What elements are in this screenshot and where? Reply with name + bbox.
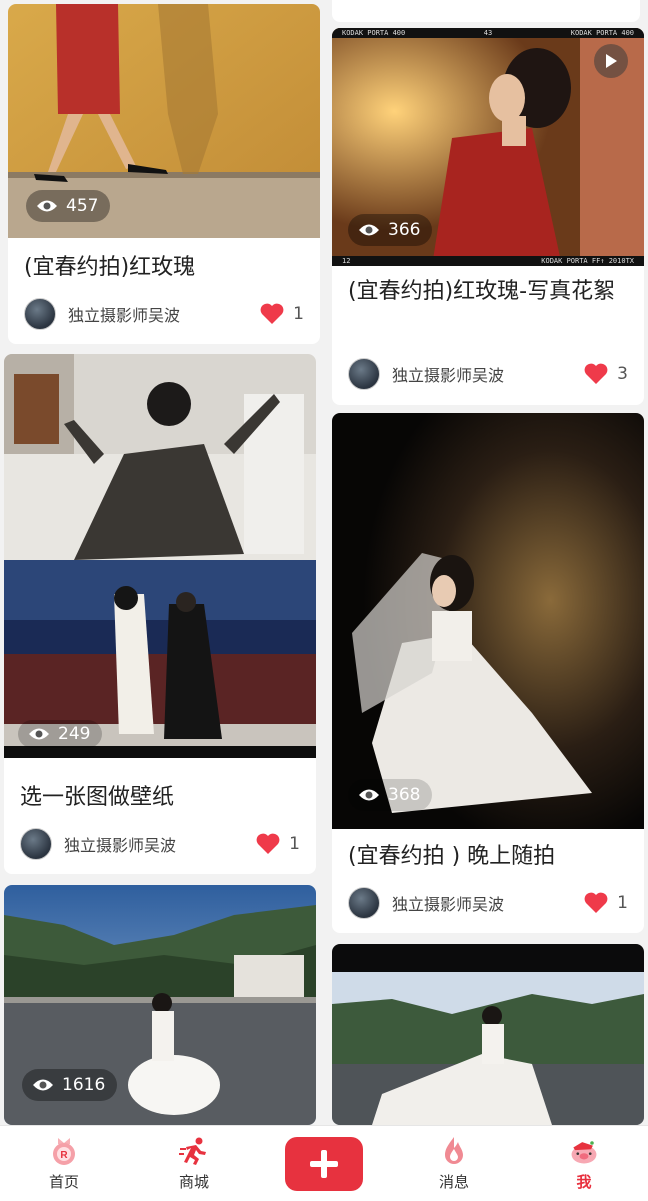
eye-icon <box>359 224 379 236</box>
card-image <box>332 944 644 1125</box>
like-count: 1 <box>617 893 628 913</box>
view-count: 1616 <box>62 1075 106 1095</box>
card-title: (宜春约拍 ) 晚上随拍 <box>348 844 556 869</box>
view-count-badge: 366 <box>348 214 433 246</box>
tab-mall-label: 商城 <box>178 1173 209 1191</box>
view-count-badge: 249 <box>18 720 103 748</box>
play-icon[interactable] <box>594 44 628 78</box>
like-button[interactable]: 1 <box>255 832 300 856</box>
view-count-badge: 1616 <box>22 1069 118 1101</box>
author-name[interactable]: 独立摄影师吴波 <box>68 302 259 326</box>
eye-icon <box>359 789 379 801</box>
feed-card[interactable]: KODAK PORTA 400 43 KODAK PORTA 400 12 KO… <box>332 28 644 405</box>
view-count: 457 <box>66 196 99 216</box>
view-count-badge: 368 <box>348 779 433 811</box>
film-strip-bottom: 12 KODAK PORTA FF↑ 2010TX <box>332 256 644 266</box>
card-title: 选一张图做壁纸 <box>20 785 175 810</box>
feed-card[interactable]: 249 选一张图做壁纸 独立摄影师吴波 1 <box>4 354 316 874</box>
card-image: 368 <box>332 413 644 829</box>
eye-icon <box>33 1079 53 1091</box>
heart-icon <box>584 363 608 384</box>
feed-card[interactable]: 1616 <box>4 885 316 1125</box>
tab-messages[interactable]: 消息 <box>406 1126 502 1201</box>
card-image: 457 <box>8 4 320 238</box>
heart-icon <box>260 303 284 324</box>
film-label: KODAK PORTA 400 <box>570 29 634 37</box>
feed-card[interactable]: 368 (宜春约拍 ) 晚上随拍 独立摄影师吴波 1 <box>332 413 644 933</box>
author-name[interactable]: 独立摄影师吴波 <box>392 362 583 386</box>
like-button[interactable]: 1 <box>583 891 628 915</box>
feed-card[interactable]: 457 (宜春约拍)红玫瑰 独立摄影师吴波 1 <box>8 4 320 344</box>
tab-messages-label: 消息 <box>438 1173 469 1191</box>
view-count: 366 <box>388 220 421 240</box>
like-button[interactable]: 3 <box>583 362 628 386</box>
heart-icon <box>256 833 280 854</box>
home-medal-icon: R <box>53 1138 75 1165</box>
plus-icon <box>310 1150 338 1178</box>
pig-avatar-icon <box>571 1141 597 1164</box>
like-count: 1 <box>293 304 304 324</box>
svg-text:R: R <box>60 1150 68 1161</box>
eye-icon <box>29 728 49 740</box>
film-frame-number: 12 <box>342 257 351 265</box>
avatar[interactable] <box>348 887 380 919</box>
view-count: 249 <box>58 724 91 744</box>
tab-me-label: 我 <box>576 1173 592 1191</box>
like-button[interactable]: 1 <box>259 302 304 326</box>
heart-icon <box>584 892 608 913</box>
avatar[interactable] <box>24 298 56 330</box>
like-count: 1 <box>289 834 300 854</box>
feed-card-partial[interactable] <box>332 0 640 22</box>
card-image: 1616 <box>4 885 316 1125</box>
film-label: KODAK PORTA 400 <box>342 29 406 37</box>
tab-me[interactable]: 我 <box>536 1126 632 1201</box>
avatar[interactable] <box>20 828 52 860</box>
film-frame-number: 43 <box>483 29 493 37</box>
author-name[interactable]: 独立摄影师吴波 <box>392 891 583 915</box>
view-count: 368 <box>388 785 421 805</box>
view-count-badge: 457 <box>26 190 111 222</box>
like-count: 3 <box>617 364 628 384</box>
tab-mall[interactable]: 商城 <box>146 1126 242 1201</box>
tab-home[interactable]: R 首页 <box>16 1126 112 1201</box>
card-image: KODAK PORTA 400 43 KODAK PORTA 400 12 KO… <box>332 28 644 266</box>
card-title: (宜春约拍)红玫瑰-写真花絮 <box>348 279 616 304</box>
runner-icon <box>179 1137 206 1165</box>
tab-home-label: 首页 <box>48 1173 79 1191</box>
avatar[interactable] <box>348 358 380 390</box>
publish-button[interactable] <box>285 1137 363 1191</box>
author-name[interactable]: 独立摄影师吴波 <box>64 832 255 856</box>
card-title: (宜春约拍)红玫瑰 <box>24 255 196 280</box>
flame-icon <box>445 1137 463 1164</box>
eye-icon <box>37 200 57 212</box>
film-label: KODAK PORTA FF↑ 2010TX <box>541 257 634 265</box>
film-strip-top: KODAK PORTA 400 43 KODAK PORTA 400 <box>332 28 644 38</box>
card-image: 249 <box>4 354 316 758</box>
feed-card[interactable] <box>332 944 644 1125</box>
